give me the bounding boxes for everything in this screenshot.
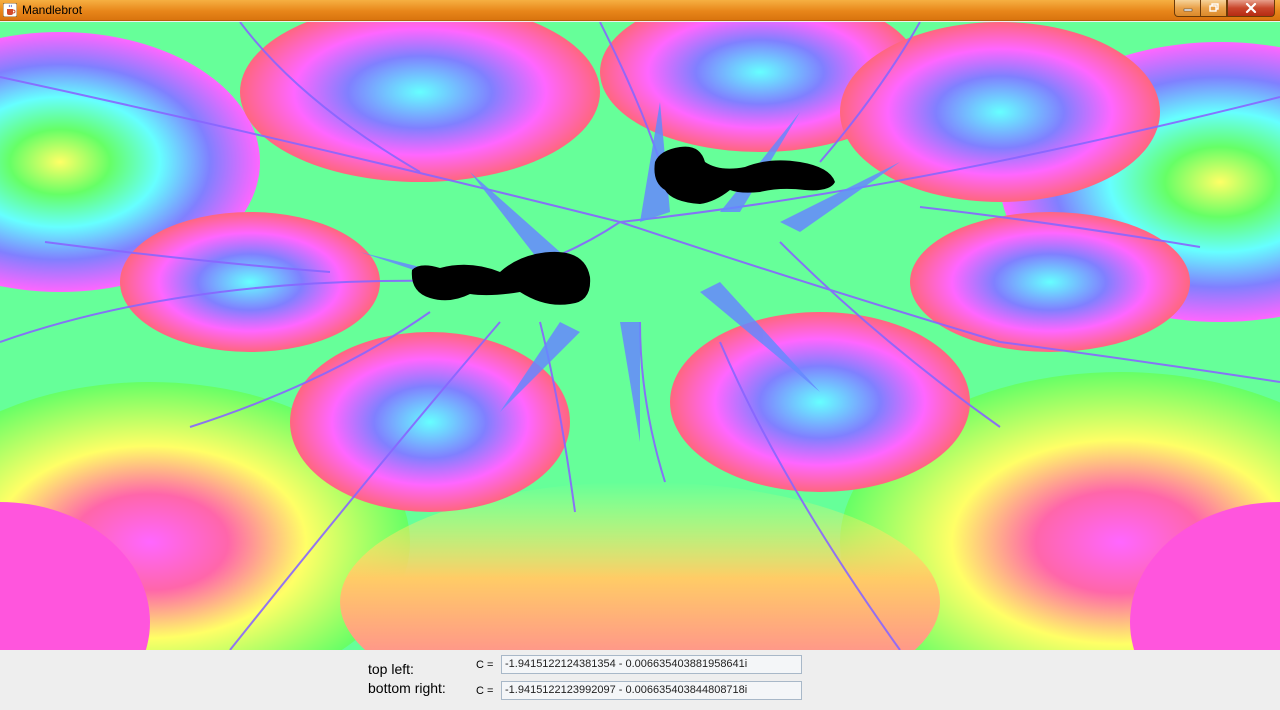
coordinates-panel: top left: bottom right: C = C = -1.94151… [0,650,1280,710]
top-left-c-label: C = [476,659,494,671]
top-left-label: top left: [368,661,414,677]
fractal-canvas[interactable] [0,22,1280,650]
app-window: Mandlebrot top left: bottom right: C = C… [0,0,1280,710]
top-left-coordinate-field[interactable]: -1.9415122124381354 - 0.0066354038819586… [501,655,802,674]
window-title: Mandlebrot [22,3,83,17]
java-cup-icon [3,3,17,17]
close-button[interactable] [1227,0,1275,17]
fractal-image [0,22,1280,650]
maximize-button[interactable] [1200,0,1227,17]
minimize-icon [1183,8,1192,12]
bottom-right-coordinate-field[interactable]: -1.9415122123992097 - 0.0066354038448087… [501,681,802,700]
close-icon [1245,3,1257,13]
minimize-button[interactable] [1174,0,1201,17]
bottom-right-c-label: C = [476,685,494,697]
restore-icon [1208,3,1219,12]
title-bar[interactable]: Mandlebrot [0,0,1280,21]
bottom-right-label: bottom right: [368,680,446,696]
